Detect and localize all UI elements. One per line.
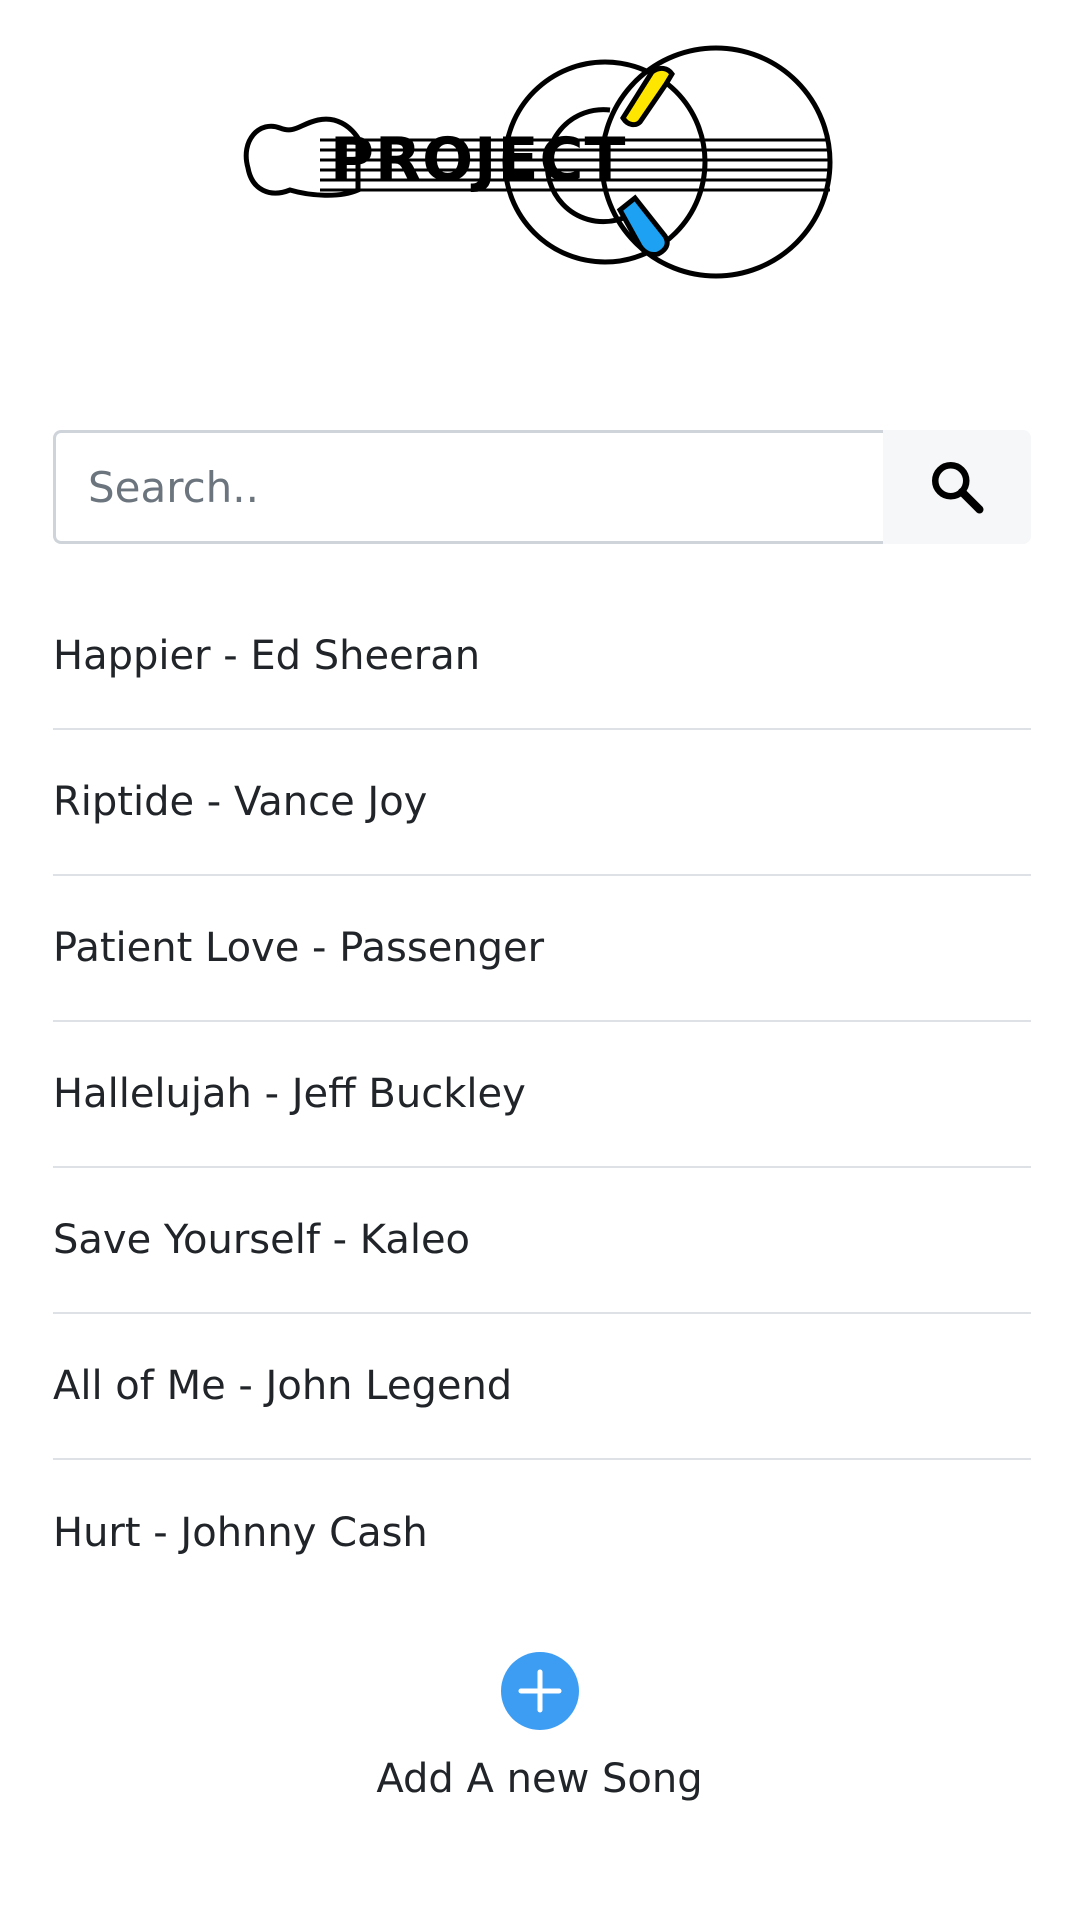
song-item[interactable]: All of Me - John Legend (53, 1314, 1031, 1460)
add-song-section: Add A new Song (0, 1652, 1079, 1802)
add-song-button[interactable] (500, 1652, 579, 1730)
logo: PROJECT (240, 40, 840, 290)
app-screen: PROJECT Happier - Ed Sheeran Riptide - V… (0, 0, 1079, 1919)
add-song-label[interactable]: Add A new Song (376, 1756, 702, 1802)
logo-text: PROJECT (330, 125, 626, 195)
blue-pick-icon (616, 194, 670, 257)
plus-circle-icon (518, 1669, 561, 1713)
search-button[interactable] (883, 430, 1031, 544)
song-item[interactable]: Hurt - Johnny Cash (53, 1460, 1031, 1606)
song-item[interactable]: Save Yourself - Kaleo (53, 1168, 1031, 1314)
song-item[interactable]: Riptide - Vance Joy (53, 730, 1031, 876)
song-item[interactable]: Patient Love - Passenger (53, 876, 1031, 1022)
search-bar (53, 430, 1031, 544)
song-item[interactable]: Hallelujah - Jeff Buckley (53, 1022, 1031, 1168)
guitar-logo-icon: PROJECT (243, 45, 833, 279)
search-icon (932, 462, 984, 514)
search-input[interactable] (53, 430, 883, 544)
song-item[interactable]: Happier - Ed Sheeran (53, 584, 1031, 730)
song-list: Happier - Ed Sheeran Riptide - Vance Joy… (53, 584, 1031, 1606)
yellow-pick-icon (620, 65, 675, 128)
